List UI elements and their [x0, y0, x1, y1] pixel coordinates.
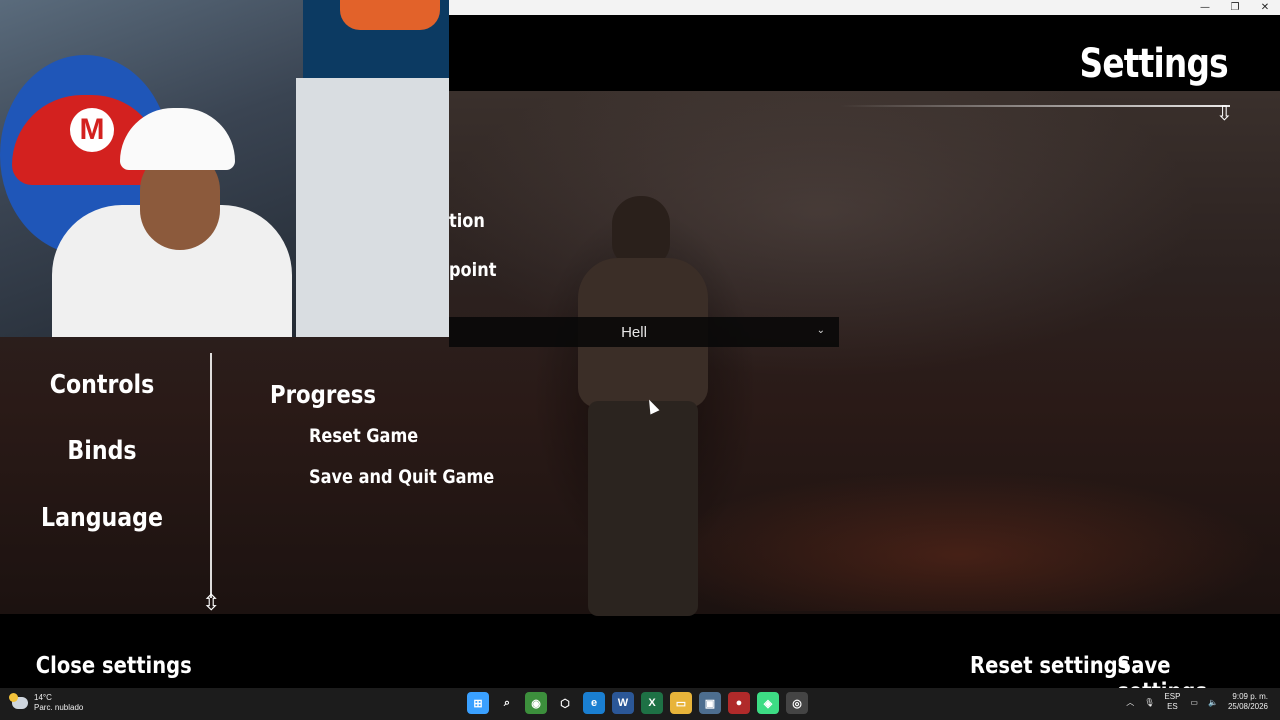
save-and-quit-button[interactable]: Save and Quit Game	[309, 466, 494, 488]
network-icon[interactable]: ▭	[1190, 698, 1198, 707]
webcam-overlay: M	[0, 0, 449, 337]
android-studio-icon[interactable]: ◈	[757, 692, 779, 714]
sidebar-divider	[210, 353, 212, 598]
reset-game-button[interactable]: Reset Game	[309, 425, 418, 447]
scene-glow	[650, 471, 1270, 611]
close-settings-button[interactable]: Close settings	[36, 653, 192, 679]
reset-settings-button[interactable]: Reset settings	[970, 653, 1129, 679]
game-app-icon[interactable]: ●	[728, 692, 750, 714]
word-icon[interactable]: W	[612, 692, 634, 714]
character-figure	[560, 196, 730, 616]
task-view-icon[interactable]: ▣	[699, 692, 721, 714]
keyboard-layout: ES	[1167, 702, 1178, 711]
weather-description: Parc. nublado	[34, 703, 84, 712]
difficulty-dropdown[interactable]: Hell ⌄	[449, 317, 839, 347]
language-indicator[interactable]: ESP ES	[1164, 692, 1180, 712]
scroll-down-icon[interactable]: ⇩	[1216, 101, 1233, 126]
chevron-down-icon: ⌄	[816, 325, 825, 336]
close-icon: ✕	[1260, 2, 1270, 13]
taskbar: 14°C Parc. nublado ⊞ ⌕ ◉ ⬡ e W X ▭ ▣ ● ◈ ◎ ︿ 🎙 ESP …	[0, 688, 1280, 720]
excel-icon[interactable]: X	[641, 692, 663, 714]
weather-widget[interactable]: 14°C Parc. nublado	[9, 693, 84, 713]
window-controls: — ❐ ✕	[1190, 0, 1280, 15]
option-label-partial-2: point	[449, 259, 497, 281]
webcam-wall	[296, 78, 449, 337]
scroll-arrow-icon[interactable]: ⇳	[202, 590, 220, 616]
windows-start-icon[interactable]: ⊞	[467, 692, 489, 714]
nav-item-controls[interactable]: Controls	[17, 370, 187, 400]
webcam-tv-car	[340, 0, 440, 30]
system-tray: ︿ 🎙 ESP ES ▭ 🔈 9:09 p. m. 25/08/2026	[1126, 692, 1268, 712]
minimize-button[interactable]: —	[1190, 0, 1220, 15]
difficulty-value: Hell	[621, 323, 647, 341]
unity-icon[interactable]: ⬡	[554, 692, 576, 714]
nav-item-binds[interactable]: Binds	[17, 436, 187, 466]
obs-icon[interactable]: ◎	[786, 692, 808, 714]
file-explorer-icon[interactable]: ▭	[670, 692, 692, 714]
chrome-icon[interactable]: ◉	[525, 692, 547, 714]
close-window-button[interactable]: ✕	[1250, 0, 1280, 15]
progress-section-title: Progress	[270, 380, 377, 409]
search-icon[interactable]: ⌕	[496, 692, 518, 714]
save-settings-button[interactable]: Save settings	[1117, 653, 1267, 688]
taskbar-apps: ⊞ ⌕ ◉ ⬡ e W X ▭ ▣ ● ◈ ◎	[467, 692, 808, 714]
clock-time: 9:09 p. m.	[1232, 692, 1268, 701]
weather-temperature: 14°C	[34, 693, 52, 702]
nav-item-language[interactable]: Language	[17, 503, 187, 533]
microphone-icon[interactable]: 🎙	[1144, 698, 1154, 707]
clock-date: 25/08/2026	[1227, 702, 1268, 711]
edge-icon[interactable]: e	[583, 692, 605, 714]
restore-button[interactable]: ❐	[1220, 0, 1250, 15]
webcam-mario-logo: M	[70, 108, 114, 152]
minimize-icon: —	[1200, 2, 1210, 13]
settings-title: Settings	[1079, 41, 1229, 87]
volume-icon[interactable]: 🔈	[1208, 698, 1218, 707]
title-underline	[840, 105, 1230, 107]
partly-cloudy-icon	[9, 693, 28, 709]
option-label-partial-1: tion	[449, 210, 485, 232]
chevron-up-icon[interactable]: ︿	[1126, 697, 1134, 708]
language-code: ESP	[1164, 692, 1181, 701]
clock[interactable]: 9:09 p. m. 25/08/2026	[1228, 692, 1268, 712]
restore-icon: ❐	[1230, 2, 1240, 13]
